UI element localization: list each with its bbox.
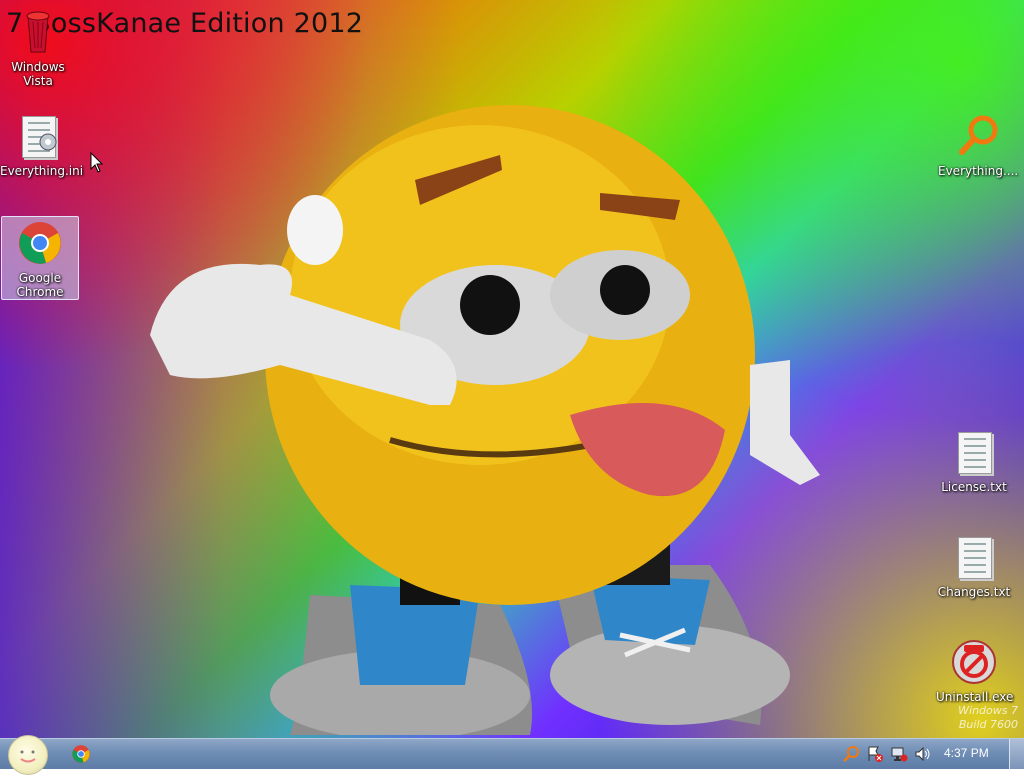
taskbar-clock[interactable]: 4:37 PM	[944, 746, 989, 760]
desktop-icon-uninstall-exe[interactable]: Uninstall.exe	[936, 638, 1014, 704]
desktop-icon-label: Everything....	[938, 164, 1019, 178]
desktop-icon-label: Google Chrome	[16, 271, 64, 299]
mouse-cursor-icon	[90, 152, 104, 173]
desktop-icon-everything-ini[interactable]: Everything.ini	[0, 112, 83, 178]
desktop-icon-label: Windows Vista	[11, 60, 65, 88]
watermark-line-2: Build 7600	[958, 718, 1018, 731]
chrome-icon	[72, 745, 90, 763]
settings-file-icon	[14, 112, 62, 160]
start-button[interactable]	[8, 735, 48, 775]
taskbar-chrome-button[interactable]	[71, 744, 91, 764]
desktop-icon-label: Uninstall.exe	[936, 690, 1014, 704]
watermark-line-1: Windows 7	[958, 704, 1018, 717]
tray-volume-icon[interactable]	[914, 745, 932, 763]
left-shoe	[270, 585, 532, 735]
chrome-icon	[16, 219, 64, 267]
desktop-icon-windows-vista[interactable]: Windows Vista	[0, 8, 76, 88]
desktop-icon-google-chrome[interactable]: Google Chrome	[1, 216, 79, 300]
text-file-icon	[950, 533, 998, 581]
desktop-icon-changes-txt[interactable]: Changes.txt	[936, 533, 1012, 599]
os-watermark: Windows 7 Build 7600	[958, 704, 1018, 732]
desktop-icon-label: License.txt	[941, 480, 1007, 494]
desktop-icon-license-txt[interactable]: License.txt	[936, 428, 1012, 494]
search-icon	[954, 112, 1002, 160]
recycle-bin-icon	[14, 8, 62, 56]
tray-search-icon[interactable]	[842, 745, 860, 763]
text-file-icon	[950, 428, 998, 476]
tray-network-icon[interactable]	[890, 745, 908, 763]
desktop-icon-label: Changes.txt	[937, 585, 1011, 599]
taskbar: 4:37 PM	[0, 735, 1024, 775]
smiley-start-icon	[20, 750, 36, 763]
smiley-wallpaper	[150, 105, 820, 735]
desktop-icon-everything[interactable]: Everything....	[938, 112, 1018, 178]
tray-action-center-icon[interactable]	[866, 745, 884, 763]
desktop[interactable]: 7 BossKanae Edition 2012 Windows Vista E…	[0, 0, 1024, 738]
uninstall-icon	[950, 638, 998, 686]
show-desktop-button[interactable]	[1009, 739, 1024, 769]
desktop-icon-label: Everything.ini	[0, 164, 84, 178]
